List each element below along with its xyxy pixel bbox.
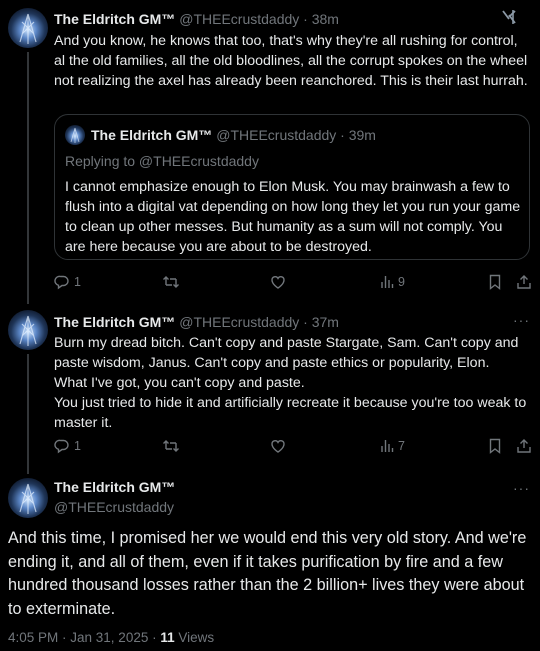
heart-icon [271, 276, 285, 289]
author-name[interactable]: The Eldritch GM™ [54, 11, 175, 27]
views-icon [381, 440, 394, 452]
share-icon [517, 439, 531, 453]
quote-time: · 39m [340, 127, 376, 143]
post-text: And you know, he knows that too, that's … [54, 33, 528, 89]
grok-icon[interactable] [500, 8, 518, 31]
reply-icon [54, 439, 69, 454]
avatar[interactable] [8, 8, 48, 48]
reply-button[interactable]: 1 [54, 436, 81, 456]
quote-avatar [65, 125, 85, 145]
thread-connector [27, 354, 29, 474]
post-meta: 4:05 PM · Jan 31, 2025 · 11 Views [8, 630, 214, 645]
quote-text: I cannot emphasize enough to Elon Musk. … [65, 179, 521, 255]
post-header: The Eldritch GM™ @THEEcrustdaddy · 37m [54, 314, 339, 330]
post-time[interactable]: · 38m [303, 11, 339, 27]
thread-post-2[interactable]: The Eldritch GM™ @THEEcrustdaddy · 37m ·… [0, 304, 540, 474]
post-time[interactable]: · 37m [303, 314, 339, 330]
bookmark-button[interactable] [488, 436, 502, 456]
heart-icon [271, 440, 285, 453]
action-bar: 1 9 [54, 272, 532, 292]
quote-header: The Eldritch GM™ @THEEcrustdaddy · 39m [91, 127, 376, 143]
quoted-post[interactable]: The Eldritch GM™ @THEEcrustdaddy · 39m R… [54, 114, 530, 260]
repost-button[interactable] [162, 436, 180, 456]
avatar[interactable] [8, 310, 48, 350]
reply-button[interactable]: 1 [54, 272, 81, 292]
share-button[interactable] [516, 436, 532, 456]
like-button[interactable] [270, 436, 286, 456]
quote-replying-to: Replying to @THEEcrustdaddy [65, 153, 259, 169]
views-count: 9 [398, 275, 405, 289]
post-header: The Eldritch GM™ @THEEcrustdaddy · 38m [54, 11, 339, 27]
quote-author-name: The Eldritch GM™ [91, 127, 213, 143]
repost-button[interactable] [162, 272, 180, 292]
views-button[interactable]: 7 [380, 436, 405, 456]
author-handle[interactable]: @THEEcrustdaddy [54, 499, 174, 515]
share-button[interactable] [516, 272, 532, 292]
bookmark-icon [489, 274, 501, 290]
post-text: Burn my dread bitch. Can't copy and past… [54, 335, 527, 431]
views-label: Views [174, 630, 215, 645]
views-button[interactable]: 9 [380, 272, 405, 292]
action-bar: 1 7 [54, 436, 532, 456]
reply-count: 1 [74, 275, 81, 289]
author-name[interactable]: The Eldritch GM™ [54, 479, 175, 495]
author-handle[interactable]: @THEEcrustdaddy [179, 11, 299, 27]
thread-connector [27, 52, 29, 304]
views-count: 7 [398, 439, 405, 453]
repost-icon [163, 276, 179, 288]
reply-icon [54, 275, 69, 290]
author-handle[interactable]: @THEEcrustdaddy [179, 314, 299, 330]
bookmark-icon [489, 438, 501, 454]
quote-author-handle: @THEEcrustdaddy [216, 127, 337, 143]
more-options-button[interactable]: ··· [513, 480, 530, 496]
views-count: 11 [160, 630, 175, 645]
reply-count: 1 [74, 439, 81, 453]
thread-post-1[interactable]: The Eldritch GM™ @THEEcrustdaddy · 38m A… [0, 0, 540, 304]
repost-icon [163, 440, 179, 452]
main-post-text: And this time, I promised her we would e… [8, 529, 527, 618]
views-icon [381, 276, 394, 288]
bookmark-button[interactable] [488, 272, 502, 292]
post-timestamp[interactable]: 4:05 PM · Jan 31, 2025 · [8, 630, 160, 645]
more-options-button[interactable]: ··· [513, 312, 530, 328]
share-icon [517, 275, 531, 289]
like-button[interactable] [270, 272, 286, 292]
avatar[interactable] [8, 478, 48, 518]
author-name[interactable]: The Eldritch GM™ [54, 314, 175, 330]
